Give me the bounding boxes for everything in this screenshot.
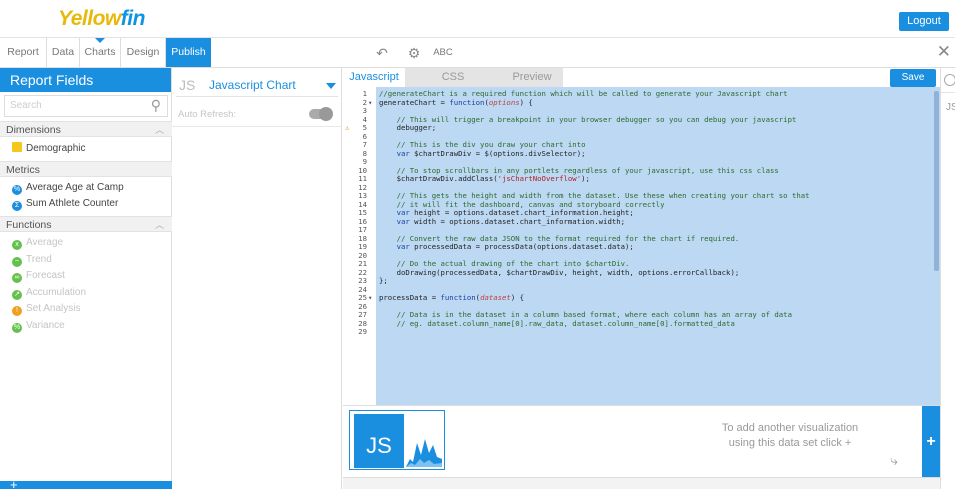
undo-icon[interactable]: ↶ bbox=[372, 44, 392, 62]
field-demographic[interactable]: Demographic bbox=[12, 141, 85, 157]
code-line[interactable]: 25 ▾ processData = function(dataset) { bbox=[343, 293, 933, 303]
tab-report[interactable]: Report bbox=[0, 38, 47, 67]
section-functions[interactable]: Functions ︿ bbox=[0, 216, 172, 232]
search-icon[interactable]: ⚲ bbox=[151, 97, 161, 114]
warning-icon[interactable]: ⚠ bbox=[345, 124, 355, 133]
spellcheck-button[interactable]: ABC bbox=[430, 44, 456, 62]
fold-toggle-icon[interactable]: ▾ bbox=[368, 293, 376, 303]
code-text: var $chartDrawDiv = $(options.divSelecto… bbox=[396, 148, 586, 158]
function-set-analysis[interactable]: ! Set Analysis bbox=[12, 301, 80, 317]
chart-type-label: Javascript Chart bbox=[209, 78, 296, 92]
function-variance[interactable]: % Variance bbox=[12, 318, 65, 334]
code-text: debugger; bbox=[379, 123, 437, 132]
gear-icon[interactable]: ⚙ bbox=[404, 44, 424, 62]
javascript-chart-icon: JS bbox=[179, 77, 196, 93]
code-text: }; bbox=[379, 276, 388, 285]
code-text: var width = options.dataset.chart_inform… bbox=[396, 216, 626, 226]
code-line[interactable]: 5 ⚠ debugger; bbox=[343, 123, 933, 133]
report-fields-panel: Report Fields Search ⚲ Dimensions ︿ Demo… bbox=[0, 68, 172, 489]
tab-data[interactable]: Data bbox=[47, 38, 80, 67]
code-lines: 1//generateChart is a required function … bbox=[343, 89, 933, 337]
code-line[interactable]: 11 $chartDrawDiv.addClass('jsChartNoOver… bbox=[343, 174, 933, 184]
code-text: doDrawing(processedData, $chartDrawDiv, … bbox=[379, 267, 740, 277]
code-line[interactable]: 22 doDrawing(processedData, $chartDrawDi… bbox=[343, 267, 933, 278]
function-trend[interactable]: ~ Trend bbox=[12, 252, 52, 268]
section-dimensions[interactable]: Dimensions ︿ bbox=[0, 121, 172, 137]
save-button[interactable]: Save bbox=[890, 69, 936, 87]
left-panel-footer: + bbox=[0, 478, 172, 489]
visualization-strip: JS To add another visualization using th… bbox=[343, 405, 940, 478]
rail-js-label: JS bbox=[946, 102, 955, 113]
code-text: processData = function(dataset) { bbox=[379, 293, 525, 302]
add-field-button[interactable]: + bbox=[10, 478, 18, 489]
close-icon[interactable]: ✕ bbox=[937, 42, 951, 62]
chart-type-select[interactable]: JS Javascript Chart bbox=[176, 73, 338, 97]
sum-metric-icon: Σ bbox=[12, 201, 22, 211]
field-average-age[interactable]: % Average Age at Camp bbox=[12, 180, 124, 196]
function-accumulation[interactable]: ↗ Accumulation bbox=[12, 285, 86, 301]
code-line[interactable]: 2 ▾ generateChart = function(options) { bbox=[343, 97, 933, 108]
code-line[interactable]: 23}; bbox=[343, 276, 933, 286]
area-chart-icon bbox=[406, 439, 442, 467]
visualization-thumbnail[interactable]: JS bbox=[349, 410, 445, 470]
add-visualization-button[interactable]: + bbox=[922, 406, 940, 478]
yellowfin-logo[interactable]: Yellowfin bbox=[58, 7, 145, 31]
search-placeholder: Search bbox=[10, 100, 42, 111]
editor-scrollbar[interactable] bbox=[934, 91, 939, 271]
tab-css[interactable]: CSS bbox=[405, 68, 501, 87]
logout-button[interactable]: Logout bbox=[899, 12, 949, 31]
average-metric-icon: % bbox=[12, 185, 22, 195]
top-bar: Yellowfin Logout bbox=[0, 0, 955, 38]
function-average[interactable]: x Average bbox=[12, 235, 63, 251]
accumulation-function-icon: ↗ bbox=[12, 290, 22, 300]
code-text: $chartDrawDiv.addClass('jsChartNoOverflo… bbox=[379, 174, 590, 183]
tab-preview[interactable]: Preview bbox=[501, 68, 563, 87]
code-editor-panel: Javascript CSS Preview Save 1//generateC… bbox=[343, 68, 940, 489]
report-fields-title: Report Fields bbox=[0, 68, 171, 92]
code-textarea[interactable]: 1//generateChart is a required function … bbox=[343, 87, 940, 405]
code-line[interactable]: 19 var processedData = processData(optio… bbox=[343, 242, 933, 252]
editor-bottom-bar bbox=[343, 477, 940, 489]
field-sum-athlete[interactable]: Σ Sum Athlete Counter bbox=[12, 196, 118, 212]
forecast-function-icon: ∞ bbox=[12, 273, 22, 283]
tab-design[interactable]: Design bbox=[121, 38, 166, 67]
code-text: // This will trigger a breakpoint in you… bbox=[396, 114, 797, 124]
dimension-icon bbox=[12, 142, 22, 152]
thumbnail-js-label: JS bbox=[354, 414, 404, 468]
nav-bar: Report Data Charts Design Publish ↶ ⚙ AB… bbox=[0, 38, 955, 68]
code-line[interactable]: 29 bbox=[343, 327, 933, 337]
chevron-up-icon[interactable]: ︿ bbox=[155, 122, 164, 138]
circle-icon[interactable] bbox=[944, 74, 955, 86]
chart-settings-panel: JS Javascript Chart Auto Refresh: bbox=[172, 68, 342, 489]
tab-publish[interactable]: Publish bbox=[166, 38, 211, 67]
variance-function-icon: % bbox=[12, 323, 22, 333]
section-metrics[interactable]: Metrics bbox=[0, 161, 172, 177]
auto-refresh-toggle[interactable] bbox=[309, 107, 333, 121]
active-tab-caret-icon bbox=[95, 38, 105, 43]
code-text: generateChart = function(options) { bbox=[379, 97, 533, 107]
code-line[interactable]: 28 // eg. dataset.column_name[0].raw_dat… bbox=[343, 318, 933, 329]
curved-arrow-icon: ⤷ bbox=[890, 452, 898, 468]
line-number: 29 bbox=[358, 327, 367, 336]
auto-refresh-label: Auto Refresh: bbox=[178, 109, 237, 120]
average-function-icon: x bbox=[12, 240, 22, 250]
chevron-up-icon[interactable]: ︿ bbox=[155, 217, 164, 233]
tab-javascript[interactable]: Javascript bbox=[343, 68, 405, 87]
search-input[interactable]: Search ⚲ bbox=[4, 95, 168, 117]
toggle-knob bbox=[319, 107, 333, 121]
code-line[interactable]: 8 var $chartDrawDiv = $(options.divSelec… bbox=[343, 148, 933, 159]
code-text: var processedData = processData(options.… bbox=[396, 242, 634, 251]
add-visualization-hint: To add another visualization using this … bbox=[721, 422, 859, 449]
function-forecast[interactable]: ∞ Forecast bbox=[12, 268, 65, 284]
editor-tabs: Javascript CSS Preview Save bbox=[343, 68, 940, 87]
code-line[interactable]: 16 var width = options.dataset.chart_inf… bbox=[343, 216, 933, 227]
right-rail: JS bbox=[940, 68, 955, 489]
code-text: // eg. dataset.column_name[0].raw_data, … bbox=[396, 318, 735, 328]
chevron-down-icon[interactable] bbox=[326, 83, 336, 89]
trend-function-icon: ~ bbox=[12, 257, 22, 267]
set-analysis-function-icon: ! bbox=[12, 306, 22, 316]
divider bbox=[941, 92, 955, 93]
divider bbox=[172, 126, 342, 127]
fold-toggle-icon[interactable]: ▾ bbox=[368, 98, 376, 108]
